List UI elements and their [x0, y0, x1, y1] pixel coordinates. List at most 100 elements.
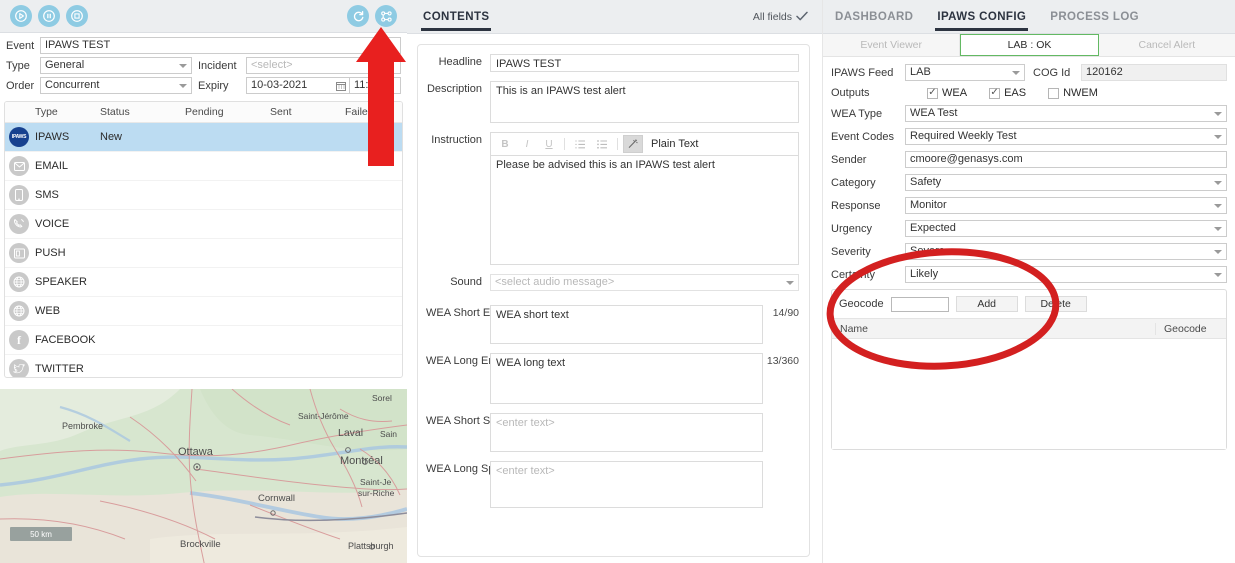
- header-pending: Pending: [185, 106, 224, 119]
- certainty-value: Likely: [910, 268, 939, 280]
- wea-long-english-input[interactable]: WEA long text: [490, 353, 763, 404]
- table-row[interactable]: TWITTER: [5, 355, 402, 378]
- table-row[interactable]: SMS: [5, 181, 402, 211]
- type-select[interactable]: General: [40, 57, 192, 75]
- geocode-input[interactable]: [890, 296, 949, 312]
- map-label: Pembroke: [62, 421, 103, 431]
- row-type: EMAIL: [35, 160, 69, 173]
- bold-button[interactable]: B: [495, 135, 515, 153]
- wea-type-select[interactable]: WEA Test: [905, 105, 1227, 122]
- description-input[interactable]: This is an IPAWS test alert: [490, 81, 799, 123]
- tab-process-log[interactable]: PROCESS LOG: [1048, 2, 1141, 31]
- table-row[interactable]: f FACEBOOK: [5, 326, 402, 356]
- toolbar-divider: [564, 138, 565, 150]
- ipaws-feed-select[interactable]: LAB: [905, 64, 1025, 81]
- ordered-list-button[interactable]: [570, 135, 590, 153]
- stop-button[interactable]: [66, 5, 88, 28]
- table-row[interactable]: EMAIL: [5, 152, 402, 182]
- output-nwem-checkbox[interactable]: NWEM: [1048, 87, 1098, 99]
- row-type: VOICE: [35, 218, 70, 231]
- event-row: Event IPAWS TEST: [4, 37, 401, 55]
- output-wea-checkbox[interactable]: ✓ WEA: [927, 87, 967, 99]
- geocode-section: Geocode Add Delete Name Geocode: [831, 289, 1227, 450]
- map-label: Sorel: [372, 393, 392, 403]
- route-icon[interactable]: [375, 5, 397, 28]
- cog-id-value: 120162: [1081, 64, 1227, 81]
- right-tabstrip: DASHBOARD IPAWS CONFIG PROCESS LOG: [823, 0, 1235, 34]
- cancel-alert-button[interactable]: Cancel Alert: [1098, 34, 1235, 56]
- geocode-controls-row: Geocode Add Delete: [832, 290, 1226, 318]
- all-fields-toggle[interactable]: All fields: [753, 11, 808, 23]
- severity-label: Severity: [831, 245, 871, 258]
- tab-dashboard[interactable]: DASHBOARD: [833, 2, 915, 31]
- wea-short-english-input[interactable]: WEA short text: [490, 305, 763, 344]
- output-eas-checkbox[interactable]: ✓ EAS: [989, 87, 1026, 99]
- wea-short-english-field-wrap: WEA short text: [490, 305, 763, 344]
- row-type: TWITTER: [35, 363, 84, 376]
- application-root: Event IPAWS TEST Type General Incident <…: [0, 0, 1235, 563]
- outputs-row: Outputs ✓ WEA ✓ EAS NWEM: [831, 87, 1227, 99]
- wea-short-english-label: WEA Short English: [426, 305, 519, 344]
- wea-long-spanish-input[interactable]: <enter text>: [490, 461, 763, 508]
- calendar-icon[interactable]: [336, 81, 346, 93]
- header-sent: Sent: [270, 106, 292, 119]
- response-row: Response Monitor: [831, 197, 1227, 214]
- instruction-input[interactable]: Please be advised this is an IPAWS test …: [490, 155, 799, 265]
- sender-input[interactable]: cmoore@genasys.com: [905, 151, 1227, 168]
- urgency-select[interactable]: Expected: [905, 220, 1227, 237]
- tab-ipaws-config[interactable]: IPAWS CONFIG: [935, 2, 1029, 31]
- geocode-delete-button[interactable]: Delete: [1024, 296, 1087, 312]
- web-icon: [9, 301, 29, 322]
- table-row[interactable]: VOICE: [5, 210, 402, 240]
- row-type: WEB: [35, 305, 61, 318]
- order-label: Order: [6, 79, 35, 92]
- event-viewer-button[interactable]: Event Viewer: [823, 34, 961, 56]
- category-select[interactable]: Safety: [905, 174, 1227, 191]
- pause-button[interactable]: [38, 5, 60, 28]
- order-select[interactable]: Concurrent: [40, 77, 192, 95]
- table-row[interactable]: PUSH: [5, 239, 402, 269]
- wea-long-spanish-label: WEA Long Spanish: [426, 461, 521, 508]
- table-row[interactable]: IPAWS IPAWS New: [5, 123, 402, 153]
- play-button[interactable]: [10, 5, 32, 28]
- underline-button[interactable]: U: [539, 135, 559, 153]
- description-label: Description: [426, 83, 482, 95]
- right-panel: DASHBOARD IPAWS CONFIG PROCESS LOG Event…: [822, 0, 1235, 563]
- map-preview[interactable]: Pembroke Ottawa Saint-Jérôme Laval Sorel Sain…: [0, 389, 407, 563]
- italic-button[interactable]: I: [517, 135, 537, 153]
- event-input[interactable]: IPAWS TEST: [40, 37, 401, 55]
- map-label: Cornwall: [258, 493, 295, 504]
- description-row: Description This is an IPAWS test alert: [426, 81, 799, 123]
- chevron-down-icon: [1012, 70, 1020, 75]
- expiry-date-input[interactable]: 10-03-2021: [246, 77, 350, 95]
- geocode-add-button[interactable]: Add: [955, 296, 1018, 312]
- certainty-select[interactable]: Likely: [905, 266, 1227, 283]
- expiry-time-input[interactable]: 11:43: [350, 77, 401, 95]
- severity-select[interactable]: Severe: [905, 243, 1227, 260]
- refresh-icon[interactable]: [347, 5, 369, 28]
- incident-input[interactable]: <select>: [246, 57, 401, 75]
- clear-format-button[interactable]: [623, 135, 643, 153]
- sound-select[interactable]: <select audio message>: [490, 274, 799, 291]
- headline-row: Headline IPAWS TEST: [426, 54, 799, 72]
- left-toolbar-right-group: [341, 5, 397, 28]
- order-select-value: Concurrent: [45, 79, 100, 92]
- row-type: FACEBOOK: [35, 334, 96, 347]
- outputs-checkbox-group: ✓ WEA ✓ EAS NWEM: [905, 87, 1120, 99]
- headline-input[interactable]: IPAWS TEST: [490, 54, 799, 72]
- geocode-table-header: Name Geocode: [832, 318, 1226, 339]
- category-label: Category: [831, 176, 876, 189]
- table-row[interactable]: SPEAKER: [5, 268, 402, 298]
- tab-contents[interactable]: CONTENTS: [421, 2, 492, 31]
- response-select[interactable]: Monitor: [905, 197, 1227, 214]
- table-row[interactable]: WEB: [5, 297, 402, 327]
- wea-short-spanish-input[interactable]: <enter text>: [490, 413, 763, 452]
- map-label: sur-Riche: [358, 488, 395, 498]
- event-codes-select[interactable]: Required Weekly Test: [905, 128, 1227, 145]
- wea-short-spanish-label: WEA Short Spanish: [426, 413, 523, 452]
- ipaws-icon: IPAWS: [9, 127, 29, 148]
- unordered-list-button[interactable]: [592, 135, 612, 153]
- map-label: Saint-Jérôme: [298, 411, 349, 421]
- response-value: Monitor: [910, 199, 947, 211]
- feed-status-button[interactable]: LAB : OK: [960, 34, 1099, 56]
